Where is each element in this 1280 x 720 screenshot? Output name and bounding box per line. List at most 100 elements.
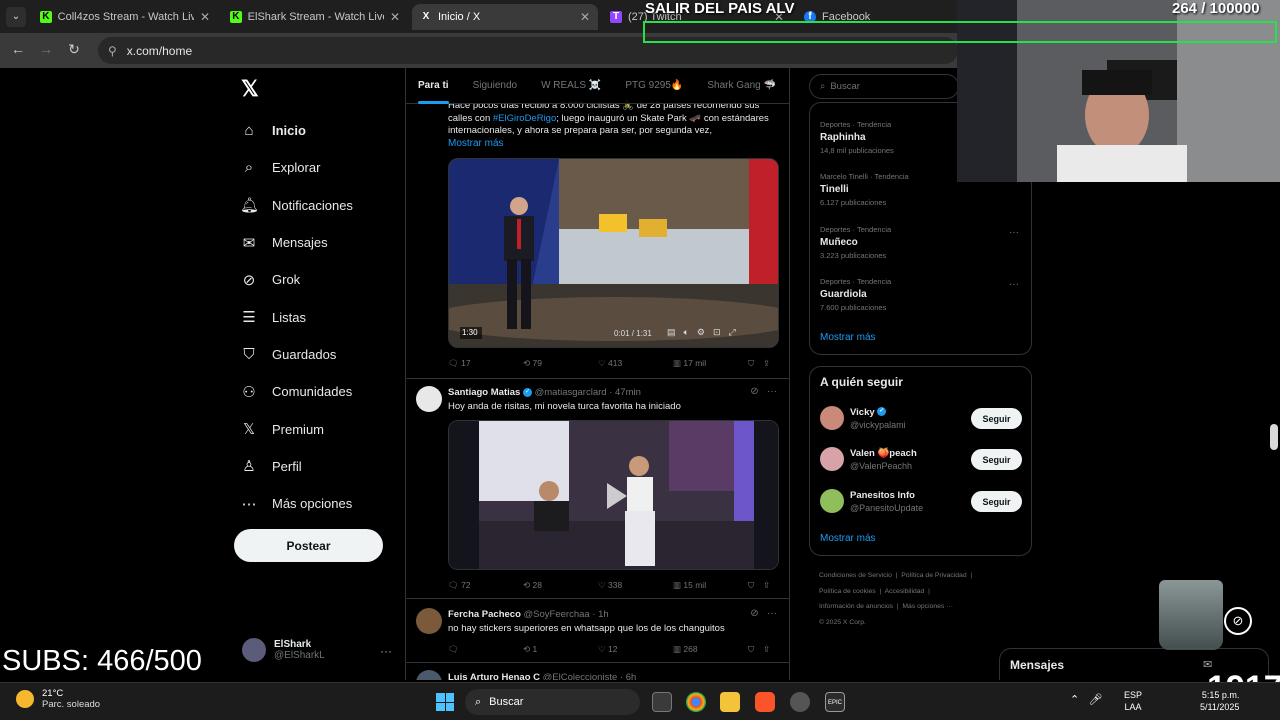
more-icon[interactable]: ··· bbox=[380, 644, 392, 658]
close-icon[interactable]: ✕ bbox=[390, 10, 400, 24]
footer-link[interactable]: Accesibilidad bbox=[885, 588, 925, 595]
sidebar-item-inicio[interactable]: ⌂ Inicio bbox=[240, 112, 353, 149]
windows-start-icon[interactable] bbox=[436, 693, 454, 711]
like-button[interactable]: ♡ 338 bbox=[598, 580, 673, 591]
weather-widget[interactable]: 21°C Parc. soleado bbox=[16, 688, 100, 710]
bookmark-icon[interactable]: ⛉ bbox=[748, 644, 763, 655]
sidebar-item-guardados[interactable]: ⛉ Guardados bbox=[240, 336, 353, 373]
footer-link[interactable]: Política de Privacidad bbox=[901, 572, 966, 579]
forward-arrow-icon[interactable]: → bbox=[36, 41, 56, 57]
bookmark-icon[interactable]: ⛉ bbox=[748, 358, 763, 369]
tweet-menu[interactable]: ⊘ ··· bbox=[750, 608, 777, 619]
file-explorer-icon[interactable] bbox=[720, 692, 740, 712]
share-icon[interactable]: ⇪ bbox=[763, 358, 770, 369]
share-icon[interactable]: ⇪ bbox=[763, 644, 770, 655]
app-icon[interactable] bbox=[790, 692, 810, 712]
close-icon[interactable]: ✕ bbox=[580, 10, 590, 24]
tab-elshark[interactable]: K ElShark Stream - Watch Live on ✕ bbox=[222, 4, 408, 30]
trend-item[interactable]: Deportes · Tendencia Muñeco 3.223 public… bbox=[820, 225, 891, 260]
tweet-menu[interactable]: ⊘ ··· bbox=[750, 386, 777, 397]
tweet-time[interactable]: · 6h bbox=[620, 672, 636, 680]
author-name[interactable]: Santiago Matias bbox=[448, 387, 520, 398]
views-button[interactable]: ▥ 268 bbox=[673, 644, 748, 655]
tweet-time[interactable]: · 1h bbox=[592, 609, 608, 620]
taskbar-search[interactable]: ⌕ Buscar bbox=[465, 689, 640, 715]
reply-button[interactable]: 🗨︎ 72 bbox=[448, 580, 523, 591]
back-arrow-icon[interactable]: ← bbox=[8, 41, 28, 57]
trend-item[interactable]: Marcelo Tinelli · Tendencia Tinelli 6.12… bbox=[820, 172, 909, 207]
views-button[interactable]: ▥ 17 mil bbox=[673, 358, 748, 369]
footer-link[interactable]: Condiciones de Servicio bbox=[819, 572, 892, 579]
grok-icon[interactable]: ⊘ bbox=[750, 608, 758, 619]
tab-ptg[interactable]: PTG 9295🔥 bbox=[613, 68, 695, 104]
reply-button[interactable]: 🗨︎ bbox=[448, 644, 523, 655]
tweet-video[interactable]: 1:30 0:01 / 1:31 ▤🔈︎⚙⊡⤢ bbox=[448, 158, 779, 348]
more-icon[interactable]: ··· bbox=[1009, 279, 1019, 290]
clock[interactable]: 5:15 p.m. 5/11/2025 bbox=[1200, 689, 1239, 713]
follow-suggestion[interactable]: Vicky ✓ @vickypalami bbox=[820, 406, 906, 430]
close-icon[interactable]: ✕ bbox=[200, 10, 210, 24]
reload-icon[interactable]: ↻ bbox=[64, 41, 84, 58]
more-icon[interactable]: ··· bbox=[1009, 227, 1019, 238]
follow-button[interactable]: Seguir bbox=[971, 449, 1022, 470]
scrollbar[interactable] bbox=[1270, 424, 1278, 450]
video-controls-icon[interactable]: ▤🔈︎⚙⊡⤢ bbox=[667, 327, 744, 338]
repost-button[interactable]: ⟲ 1 bbox=[523, 644, 598, 655]
tab-x-home[interactable]: X Inicio / X ✕ bbox=[412, 4, 598, 30]
trends-show-more-link[interactable]: Mostrar más bbox=[820, 332, 876, 343]
tab-shark-gang[interactable]: Shark Gang 🦈 bbox=[695, 68, 788, 104]
grok-icon[interactable]: ⊘ bbox=[750, 386, 758, 397]
trend-item[interactable]: Deportes · Tendencia Guardiola 7.600 pub… bbox=[820, 277, 891, 312]
avatar[interactable] bbox=[416, 670, 442, 680]
trend-item[interactable]: Deportes · Tendencia Raphinha 14,8 mil p… bbox=[820, 120, 894, 155]
avatar[interactable] bbox=[416, 386, 442, 412]
avatar[interactable] bbox=[416, 608, 442, 634]
chrome-icon[interactable] bbox=[686, 692, 706, 712]
tab-coll4zos[interactable]: K Coll4zos Stream - Watch Live on ✕ bbox=[32, 4, 218, 30]
hashtag-link[interactable]: #ElGiroDeRigo bbox=[493, 113, 556, 124]
sidebar-item-mensajes[interactable]: ✉ Mensajes bbox=[240, 224, 353, 261]
bookmark-icon[interactable]: ⛉ bbox=[748, 580, 763, 591]
follow-suggestion[interactable]: Panesitos Info @PanesitoUpdate bbox=[820, 489, 923, 513]
sidebar-item-comunidades[interactable]: ⚇ Comunidades bbox=[240, 373, 353, 410]
follow-button[interactable]: Seguir bbox=[971, 408, 1022, 429]
sidebar-item-explorar[interactable]: ⌕ Explorar bbox=[240, 149, 353, 186]
author-handle[interactable]: @ElColeccioniste bbox=[543, 672, 618, 680]
language-indicator[interactable]: ESP LAA bbox=[1124, 689, 1142, 713]
tab-w-reals[interactable]: W REALS ☠️ bbox=[529, 68, 613, 104]
x-logo-icon[interactable]: 𝕏 bbox=[241, 76, 259, 102]
follow-suggestion[interactable]: Valen 🍑peach @ValenPeachh bbox=[820, 447, 917, 471]
footer-link[interactable]: Política de cookies bbox=[819, 588, 876, 595]
author-name[interactable]: Fercha Pacheco bbox=[448, 609, 521, 620]
footer-link[interactable]: Información de anuncios bbox=[819, 603, 893, 610]
sidebar-item-listas[interactable]: ☰ Listas bbox=[240, 298, 353, 335]
tweet-time[interactable]: · 47min bbox=[609, 387, 641, 398]
system-tray[interactable]: ⌃ 🎤︎ bbox=[1070, 693, 1102, 706]
repost-button[interactable]: ⟲ 79 bbox=[523, 358, 598, 369]
search-input[interactable]: ⌕ Buscar bbox=[809, 74, 959, 99]
author-name[interactable]: Luis Arturo Henao C bbox=[448, 672, 540, 680]
sidebar-item-perfil[interactable]: ♙ Perfil bbox=[240, 448, 353, 485]
epic-games-icon[interactable]: EPIC bbox=[825, 692, 845, 712]
sidebar-item-mas-opciones[interactable]: ⋯ Más opciones bbox=[240, 485, 353, 522]
account-switcher[interactable]: ElShark @ElSharkL bbox=[242, 638, 325, 662]
sidebar-item-premium[interactable]: 𝕏 Premium bbox=[240, 410, 353, 447]
tab-siguiendo[interactable]: Siguiendo bbox=[461, 68, 529, 104]
repost-button[interactable]: ⟲ 28 bbox=[523, 580, 598, 591]
like-button[interactable]: ♡ 12 bbox=[598, 644, 673, 655]
brave-icon[interactable] bbox=[755, 692, 775, 712]
reply-button[interactable]: 🗨︎ 17 bbox=[448, 358, 523, 369]
share-icon[interactable]: ⇪ bbox=[763, 580, 770, 591]
follow-show-more-link[interactable]: Mostrar más bbox=[820, 533, 876, 544]
more-icon[interactable]: ··· bbox=[767, 608, 777, 619]
tab-para-ti[interactable]: Para ti bbox=[406, 68, 461, 104]
author-handle[interactable]: @matiasgarclard bbox=[535, 387, 607, 398]
footer-link[interactable]: Más opciones ··· bbox=[902, 603, 953, 610]
tweet-video[interactable] bbox=[448, 420, 779, 570]
author-handle[interactable]: @SoyFeerchaa bbox=[524, 609, 590, 620]
task-view-icon[interactable] bbox=[652, 692, 672, 712]
more-icon[interactable]: ··· bbox=[767, 386, 777, 397]
site-info-icon[interactable]: ⚲ bbox=[108, 44, 117, 58]
tab-search-button[interactable]: ⌄ bbox=[6, 7, 26, 27]
post-button[interactable]: Postear bbox=[234, 529, 383, 562]
